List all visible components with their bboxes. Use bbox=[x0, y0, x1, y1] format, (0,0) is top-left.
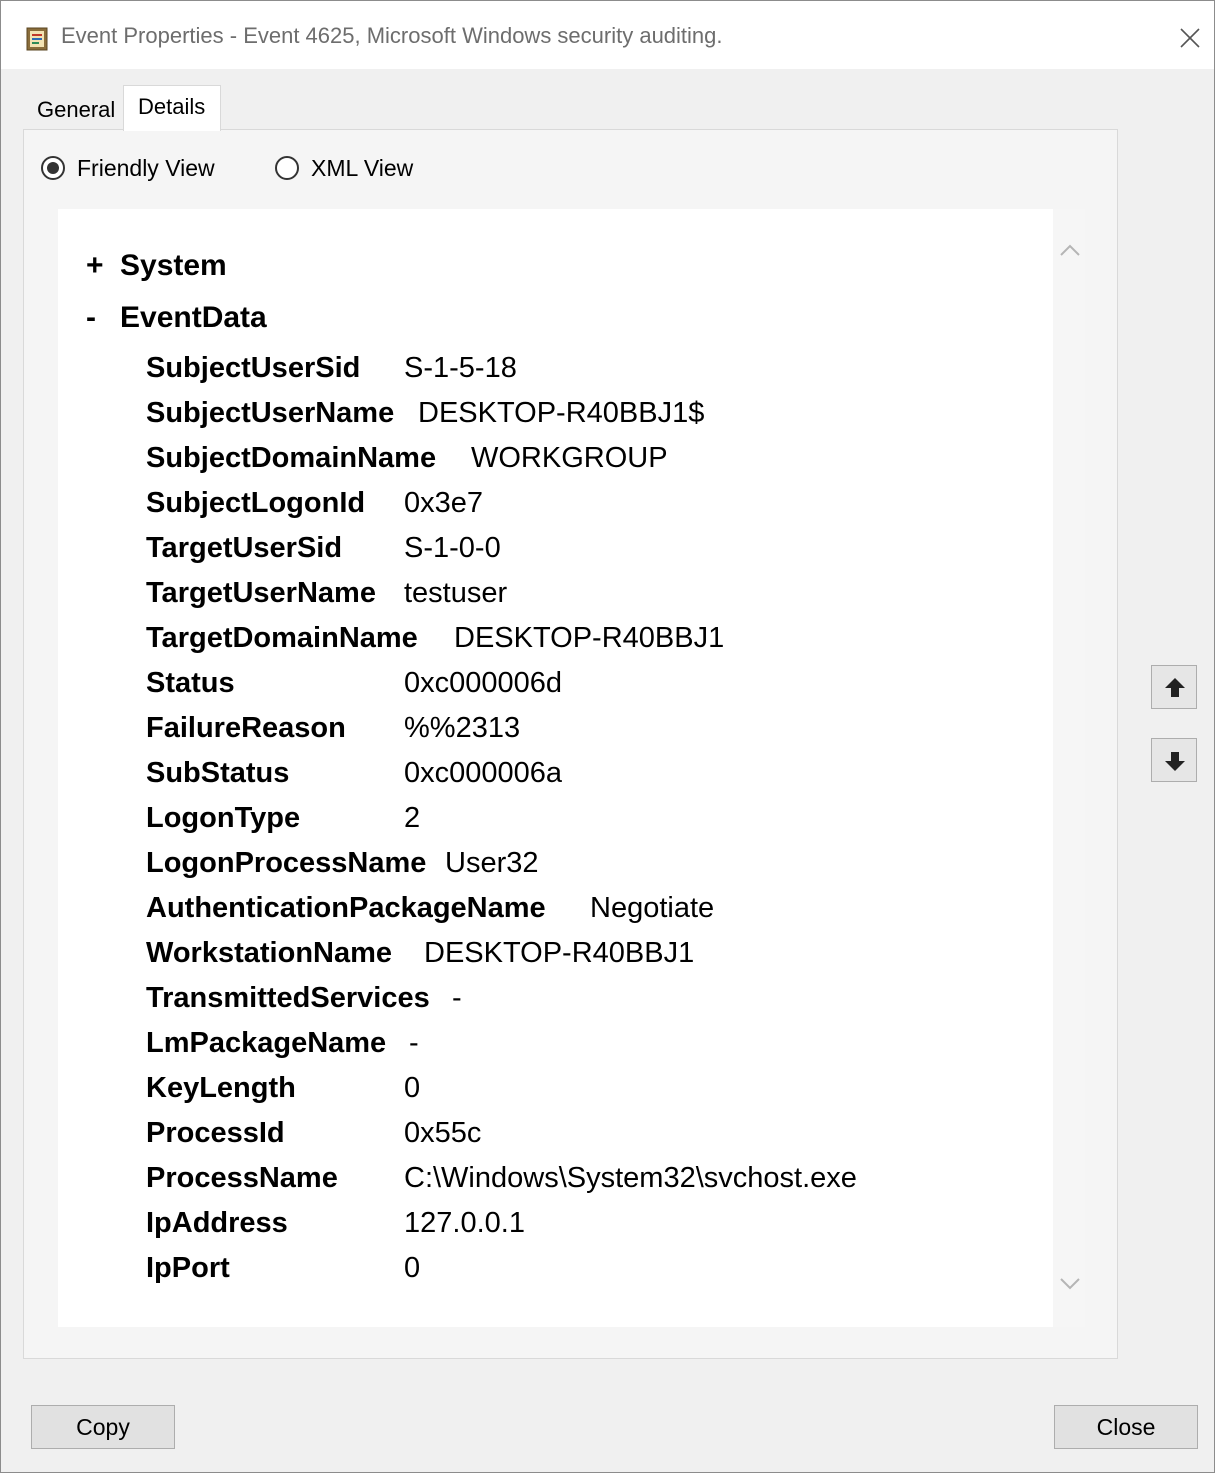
event-data-value: DESKTOP-R40BBJ1 bbox=[454, 622, 725, 654]
event-data-value: S-1-5-18 bbox=[404, 352, 517, 384]
xml-view-option[interactable]: XML View bbox=[275, 151, 413, 185]
event-data-key: WorkstationName bbox=[146, 937, 393, 969]
event-data-key: KeyLength bbox=[146, 1072, 296, 1104]
event-data-value: 0xc000006a bbox=[404, 757, 563, 789]
event-data-value: 0xc000006d bbox=[404, 667, 563, 699]
event-data-value: C:\Windows\System32\svchost.exe bbox=[404, 1162, 857, 1194]
event-data-key: LmPackageName bbox=[146, 1027, 387, 1059]
event-data-key: SubjectUserSid bbox=[146, 352, 361, 384]
event-data-value: DESKTOP-R40BBJ1$ bbox=[418, 397, 705, 429]
event-data-key: TransmittedServices bbox=[146, 982, 430, 1014]
chevron-down-icon[interactable] bbox=[1059, 1275, 1081, 1293]
event-data-value: testuser bbox=[404, 577, 508, 609]
event-data-value: - bbox=[452, 982, 462, 1014]
event-data-key: TargetUserName bbox=[146, 577, 376, 609]
event-data-value: User32 bbox=[445, 847, 539, 879]
tree-node-eventdata[interactable]: - EventData bbox=[86, 301, 267, 335]
tab-details[interactable]: Details bbox=[123, 85, 221, 131]
event-data-value: - bbox=[409, 1027, 419, 1059]
next-event-button[interactable] bbox=[1151, 738, 1197, 782]
title-bar: Event Properties - Event 4625, Microsoft… bbox=[1, 1, 1214, 69]
xml-view-label: XML View bbox=[311, 154, 414, 181]
close-icon[interactable] bbox=[1177, 25, 1203, 51]
event-data-key: FailureReason bbox=[146, 712, 346, 744]
event-data-value: 2 bbox=[404, 802, 421, 834]
chevron-up-icon[interactable] bbox=[1059, 241, 1081, 259]
friendly-view-option[interactable]: Friendly View bbox=[41, 151, 215, 185]
event-data-key: LogonType bbox=[146, 802, 301, 834]
event-data-key: IpPort bbox=[146, 1252, 230, 1284]
event-data-key: SubjectLogonId bbox=[146, 487, 366, 519]
event-data-key: AuthenticationPackageName bbox=[146, 892, 546, 924]
event-data-key: ProcessName bbox=[146, 1162, 338, 1194]
event-data-value: WORKGROUP bbox=[471, 442, 668, 474]
event-data-key: SubStatus bbox=[146, 757, 290, 789]
copy-button[interactable]: Copy bbox=[31, 1405, 175, 1449]
event-data-key: TargetUserSid bbox=[146, 532, 343, 564]
event-data-value: %%2313 bbox=[404, 712, 521, 744]
xml-view-radio[interactable] bbox=[275, 156, 299, 180]
event-data-key: IpAddress bbox=[146, 1207, 288, 1239]
close-button[interactable]: Close bbox=[1054, 1405, 1198, 1449]
event-data-key: ProcessId bbox=[146, 1117, 285, 1149]
collapse-toggle[interactable]: - bbox=[86, 301, 120, 335]
event-viewer-icon bbox=[25, 26, 49, 52]
event-data-value: Negotiate bbox=[590, 892, 715, 924]
friendly-view-radio[interactable] bbox=[41, 156, 65, 180]
friendly-view-label: Friendly View bbox=[77, 154, 215, 181]
event-properties-window: Event Properties - Event 4625, Microsoft… bbox=[0, 0, 1215, 1473]
event-data-value: 127.0.0.1 bbox=[404, 1207, 525, 1239]
event-data-key: LogonProcessName bbox=[146, 847, 427, 879]
tree-node-system[interactable]: + System bbox=[86, 249, 227, 283]
tree-node-label: System bbox=[120, 249, 227, 282]
expand-toggle[interactable]: + bbox=[86, 249, 120, 283]
previous-event-button[interactable] bbox=[1151, 665, 1197, 709]
event-data-key: TargetDomainName bbox=[146, 622, 418, 654]
event-data-value: 0 bbox=[404, 1072, 421, 1104]
tab-general[interactable]: General bbox=[37, 97, 115, 123]
event-data-value: DESKTOP-R40BBJ1 bbox=[424, 937, 695, 969]
event-data-value: 0x55c bbox=[404, 1117, 482, 1149]
event-data-value: 0x3e7 bbox=[404, 487, 484, 519]
vertical-scrollbar[interactable] bbox=[1053, 209, 1085, 1327]
event-data-value: S-1-0-0 bbox=[404, 532, 501, 564]
window-title: Event Properties - Event 4625, Microsoft… bbox=[61, 23, 723, 48]
event-data-key: SubjectUserName bbox=[146, 397, 395, 429]
tree-node-label: EventData bbox=[120, 301, 267, 334]
event-data-value: 0 bbox=[404, 1252, 421, 1284]
event-data-key: Status bbox=[146, 667, 235, 699]
event-data-key: SubjectDomainName bbox=[146, 442, 437, 474]
